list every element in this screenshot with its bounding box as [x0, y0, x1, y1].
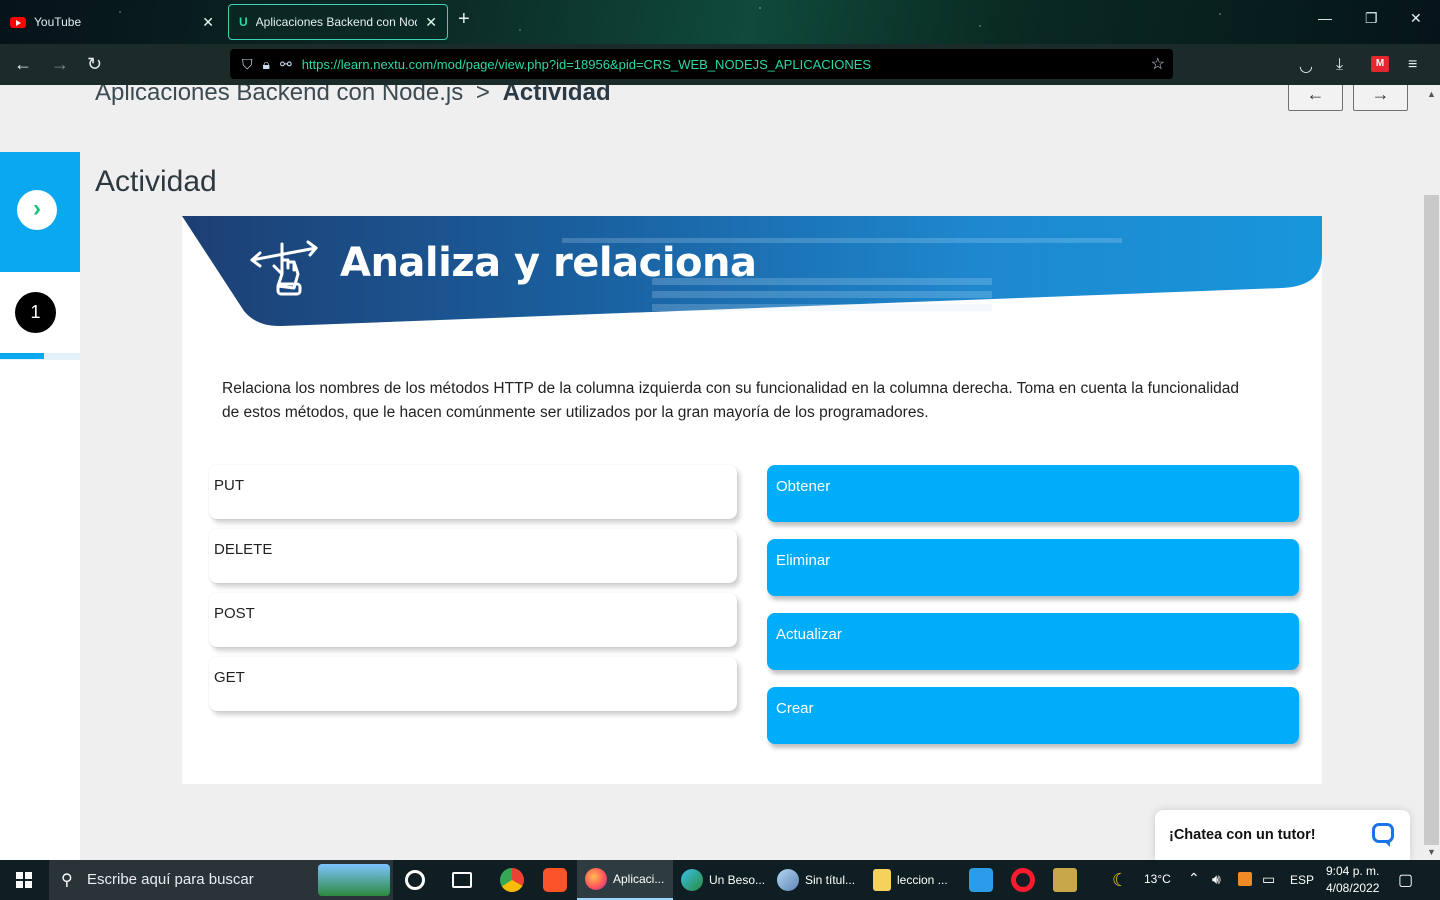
taskbar-app-label: Sin títul...	[805, 873, 856, 887]
chat-label: ¡Chatea con un tutor!	[1169, 827, 1316, 843]
taskbar-app-explorer[interactable]: leccion ...	[865, 860, 961, 900]
arrow-left-icon: ←	[1306, 85, 1325, 104]
method-item-delete[interactable]: DELETE	[209, 529, 737, 583]
network-icon[interactable]: ▭	[1262, 871, 1275, 900]
function-item-crear[interactable]: Crear	[767, 687, 1299, 744]
scroll-up-icon[interactable]: ▲	[1427, 89, 1436, 99]
window-close-icon[interactable]: ✕	[1410, 10, 1422, 27]
step-number-badge[interactable]: 1	[15, 292, 56, 333]
moon-weather-icon[interactable]: ☾	[1112, 870, 1128, 900]
search-icon: ⚲	[61, 872, 73, 889]
scroll-down-icon[interactable]: ▼	[1427, 847, 1436, 857]
reload-icon[interactable]: ↻	[87, 53, 102, 75]
taskbar-app-label: Un Beso...	[709, 873, 766, 887]
function-item-obtener[interactable]: Obtener	[767, 465, 1299, 522]
extension-m-icon[interactable]: M	[1371, 56, 1389, 72]
weather-temperature[interactable]: 13°C	[1144, 872, 1171, 900]
scrollbar-thumb[interactable]	[1424, 195, 1439, 845]
bookmark-star-icon[interactable]: ☆	[1151, 54, 1165, 74]
forward-arrow-icon[interactable]: →	[51, 53, 69, 75]
progress-track	[0, 353, 80, 360]
minimize-icon[interactable]: —	[1318, 10, 1332, 26]
chevron-right-icon: ›	[17, 190, 57, 230]
pocket-icon[interactable]: ◡	[1299, 56, 1313, 76]
breadcrumb-current: Actividad	[502, 85, 611, 106]
edge-icon	[681, 869, 703, 891]
progress-fill	[0, 353, 44, 359]
back-arrow-icon[interactable]: ←	[14, 53, 32, 75]
tab-label: YouTube	[34, 15, 82, 29]
browser-nav-bar: ← → ↻ ⛉ 🔒︎ ⚯ https://learn.nextu.com/mod…	[0, 44, 1440, 85]
tab-aplicaciones-backend[interactable]: U Aplicaciones Backend con Node.js ✕	[228, 4, 448, 40]
browser-tab-bar: YouTube ✕ U Aplicaciones Backend con Nod…	[0, 0, 1440, 44]
tab-label: Aplicaciones Backend con Node.js	[255, 15, 418, 29]
permissions-icon[interactable]: ⚯	[280, 56, 292, 73]
method-item-get[interactable]: GET	[209, 657, 737, 711]
brave-icon[interactable]	[543, 868, 567, 892]
download-icon[interactable]: ⤓	[1336, 56, 1343, 74]
function-item-actualizar[interactable]: Actualizar	[767, 613, 1299, 670]
lock-icon[interactable]: 🔒︎	[263, 56, 270, 73]
breadcrumb: Aplicaciones Backend con Node.js > Activ…	[95, 85, 611, 107]
chat-widget[interactable]: ¡Chatea con un tutor!	[1155, 810, 1410, 860]
youtube-icon	[10, 16, 26, 28]
vertical-scrollbar[interactable]: ▲ ▼	[1423, 85, 1440, 860]
method-item-post[interactable]: POST	[209, 593, 737, 647]
task-view-icon[interactable]	[452, 872, 472, 888]
cortana-icon[interactable]	[405, 870, 425, 890]
shield-icon[interactable]: ⛉	[242, 56, 253, 73]
url-text[interactable]: https://learn.nextu.com/mod/page/view.ph…	[302, 57, 1141, 72]
instructions-text: Relaciona los nombres de los métodos HTT…	[222, 380, 1240, 421]
hand-drag-icon	[250, 240, 318, 296]
opera-icon[interactable]	[1011, 868, 1035, 892]
clock-date: 4/08/2022	[1326, 881, 1380, 895]
activity-card: Analiza y relaciona Relaciona los nombre…	[182, 216, 1322, 784]
close-icon[interactable]: ✕	[425, 14, 437, 31]
taskbar-app-paint[interactable]: Sin títul...	[769, 860, 865, 900]
tab-youtube[interactable]: YouTube ✕	[0, 4, 224, 40]
taskbar-app-label: Aplicaci...	[613, 872, 665, 886]
firefox-icon	[585, 868, 607, 890]
vscode-icon[interactable]	[969, 868, 993, 892]
close-icon[interactable]: ✕	[202, 14, 214, 31]
taskbar-app-firefox[interactable]: Aplicaci...	[577, 860, 673, 900]
sidebar-toggle-button[interactable]: ›	[0, 152, 80, 272]
league-launcher-icon[interactable]	[1053, 868, 1077, 892]
function-item-eliminar[interactable]: Eliminar	[767, 539, 1299, 596]
nextu-favicon-icon: U	[239, 15, 248, 29]
method-item-put[interactable]: PUT	[209, 465, 737, 519]
volume-icon[interactable]: 🔊︎	[1212, 871, 1221, 900]
windows-start-button[interactable]	[0, 860, 48, 900]
chat-bubble-icon	[1372, 823, 1394, 847]
windows-logo-icon	[16, 872, 32, 888]
app-tray-icon[interactable]	[1238, 872, 1252, 886]
arrow-right-icon: →	[1371, 85, 1390, 104]
search-placeholder: Escribe aquí para buscar	[87, 871, 254, 888]
system-clock[interactable]: 9:04 p. m. 4/08/2022	[1326, 863, 1379, 897]
clock-time: 9:04 p. m.	[1326, 864, 1380, 878]
next-page-button[interactable]: →	[1353, 85, 1408, 111]
folder-icon	[873, 869, 891, 891]
breadcrumb-course[interactable]: Aplicaciones Backend con Node.js	[95, 85, 463, 106]
taskbar-app-edge[interactable]: Un Beso...	[673, 860, 769, 900]
banner-title: Analiza y relaciona	[340, 240, 757, 286]
paint-icon	[777, 869, 799, 891]
taskbar-app-label: leccion ...	[897, 873, 948, 887]
page-title: Actividad	[95, 165, 217, 198]
breadcrumb-separator: >	[475, 85, 490, 106]
restore-icon[interactable]: ❐	[1365, 10, 1378, 27]
language-indicator[interactable]: ESP	[1290, 873, 1314, 900]
notification-center-icon[interactable]: ▢	[1398, 870, 1413, 900]
search-highlight-image-icon[interactable]	[318, 864, 390, 896]
windows-taskbar: ⚲ Escribe aquí para buscar Aplicaci... U…	[0, 860, 1440, 900]
tray-chevron-up-icon[interactable]: ⌃	[1188, 870, 1200, 900]
chrome-icon[interactable]	[500, 868, 524, 892]
menu-hamburger-icon[interactable]: ≡	[1408, 56, 1417, 74]
previous-page-button[interactable]: ←	[1288, 85, 1343, 111]
address-bar[interactable]: ⛉ 🔒︎ ⚯ https://learn.nextu.com/mod/page/…	[230, 49, 1173, 79]
new-tab-plus-icon[interactable]: +	[458, 8, 470, 31]
page-viewport: Aplicaciones Backend con Node.js > Activ…	[0, 85, 1440, 860]
